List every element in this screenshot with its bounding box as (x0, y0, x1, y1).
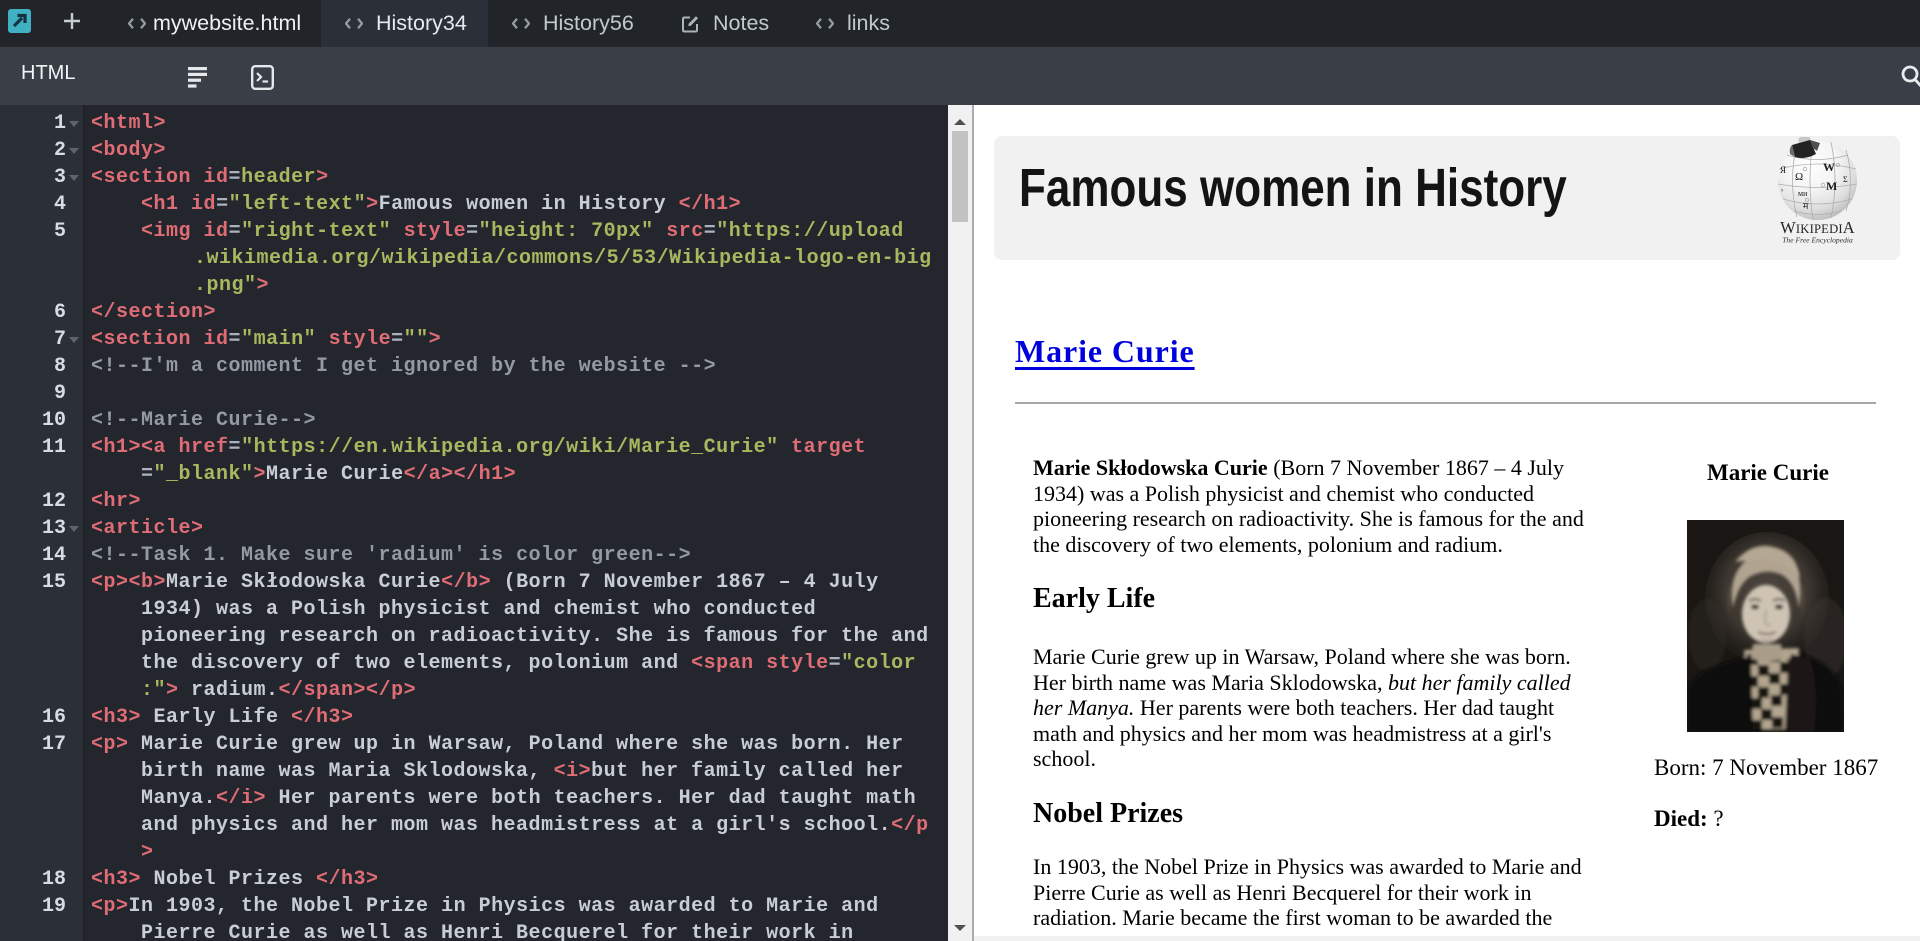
svg-text:The Free Encyclopedia: The Free Encyclopedia (1782, 236, 1853, 245)
svg-text:Я: Я (1780, 165, 1786, 175)
svg-text:M: M (1826, 179, 1837, 193)
svg-text:ми: ми (1798, 189, 1808, 198)
svg-text:Ω: Ω (1795, 171, 1803, 183)
svg-text:י: י (1781, 187, 1783, 196)
svg-text:W: W (1823, 160, 1835, 174)
svg-text:Σ: Σ (1843, 175, 1848, 184)
svg-text:म: म (1803, 201, 1809, 211)
svg-text:WIKIPEDIA: WIKIPEDIA (1780, 218, 1855, 237)
